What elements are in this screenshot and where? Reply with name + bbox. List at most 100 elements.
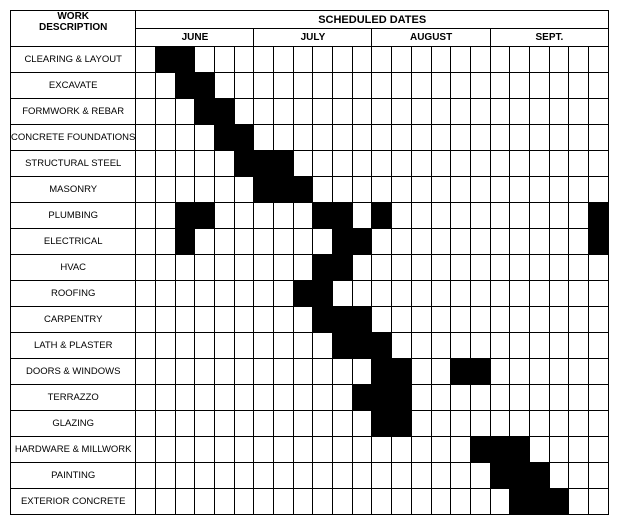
grid-cell xyxy=(530,47,550,73)
grid-cell xyxy=(372,385,392,411)
grid-cell xyxy=(175,255,195,281)
grid-cell xyxy=(293,489,313,515)
grid-cell xyxy=(313,73,333,99)
work-desc-cell: GLAZING xyxy=(11,411,136,437)
grid-cell xyxy=(569,281,589,307)
grid-cell xyxy=(234,151,254,177)
grid-cell xyxy=(411,333,431,359)
grid-cell xyxy=(254,177,274,203)
grid-cell xyxy=(274,203,294,229)
grid-cell xyxy=(215,333,235,359)
grid-cell xyxy=(195,255,215,281)
grid-cell xyxy=(569,359,589,385)
work-desc-cell: LATH & PLASTER xyxy=(11,333,136,359)
grid-cell xyxy=(392,359,412,385)
grid-cell xyxy=(392,151,412,177)
grid-cell xyxy=(510,47,530,73)
grid-cell xyxy=(510,359,530,385)
table-row: ROOFING xyxy=(11,281,609,307)
grid-cell xyxy=(431,307,451,333)
grid-cell xyxy=(372,255,392,281)
grid-cell xyxy=(471,281,491,307)
grid-cell xyxy=(333,177,353,203)
grid-cell xyxy=(175,411,195,437)
grid-cell xyxy=(156,47,176,73)
grid-cell xyxy=(549,385,569,411)
grid-cell xyxy=(333,125,353,151)
grid-cell xyxy=(274,359,294,385)
grid-cell xyxy=(431,125,451,151)
grid-cell xyxy=(392,125,412,151)
grid-cell xyxy=(293,177,313,203)
grid-cell xyxy=(549,151,569,177)
grid-cell xyxy=(215,203,235,229)
grid-cell xyxy=(372,463,392,489)
grid-cell xyxy=(549,359,569,385)
grid-cell xyxy=(471,255,491,281)
grid-cell xyxy=(549,203,569,229)
grid-cell xyxy=(392,463,412,489)
grid-cell xyxy=(471,307,491,333)
grid-cell xyxy=(510,411,530,437)
grid-cell xyxy=(530,125,550,151)
grid-cell xyxy=(392,229,412,255)
grid-cell xyxy=(156,125,176,151)
grid-cell xyxy=(195,333,215,359)
grid-cell xyxy=(274,47,294,73)
grid-cell xyxy=(195,125,215,151)
grid-cell xyxy=(490,229,510,255)
grid-cell xyxy=(195,463,215,489)
grid-cell xyxy=(352,229,372,255)
grid-cell xyxy=(136,359,156,385)
table-row: CARPENTRY xyxy=(11,307,609,333)
grid-cell xyxy=(530,229,550,255)
grid-cell xyxy=(333,229,353,255)
grid-cell xyxy=(411,307,431,333)
grid-cell xyxy=(451,333,471,359)
grid-cell xyxy=(431,255,451,281)
grid-cell xyxy=(333,411,353,437)
grid-cell xyxy=(490,99,510,125)
grid-cell xyxy=(254,359,274,385)
table-row: EXCAVATE xyxy=(11,73,609,99)
table-row: CONCRETE FOUNDATIONS xyxy=(11,125,609,151)
work-desc-cell: PAINTING xyxy=(11,463,136,489)
grid-cell xyxy=(451,281,471,307)
grid-cell xyxy=(471,359,491,385)
grid-cell xyxy=(451,73,471,99)
grid-cell xyxy=(352,359,372,385)
grid-cell xyxy=(136,307,156,333)
grid-cell xyxy=(234,489,254,515)
grid-cell xyxy=(411,437,431,463)
grid-cell xyxy=(352,333,372,359)
grid-cell xyxy=(313,489,333,515)
grid-cell xyxy=(510,73,530,99)
grid-cell xyxy=(215,255,235,281)
grid-cell xyxy=(451,177,471,203)
grid-cell xyxy=(274,489,294,515)
grid-cell xyxy=(490,333,510,359)
grid-cell xyxy=(490,411,510,437)
grid-cell xyxy=(352,203,372,229)
grid-cell xyxy=(195,281,215,307)
grid-cell xyxy=(549,281,569,307)
grid-cell xyxy=(175,281,195,307)
grid-cell xyxy=(195,385,215,411)
work-desc-cell: MASONRY xyxy=(11,177,136,203)
grid-cell xyxy=(156,151,176,177)
grid-cell xyxy=(274,255,294,281)
work-desc-cell: FORMWORK & REBAR xyxy=(11,99,136,125)
grid-cell xyxy=(490,203,510,229)
grid-cell xyxy=(392,47,412,73)
grid-cell xyxy=(352,489,372,515)
grid-cell xyxy=(372,437,392,463)
grid-cell xyxy=(569,177,589,203)
grid-cell xyxy=(431,489,451,515)
grid-cell xyxy=(530,307,550,333)
grid-cell xyxy=(372,359,392,385)
grid-cell xyxy=(431,99,451,125)
grid-cell xyxy=(451,99,471,125)
grid-cell xyxy=(215,437,235,463)
grid-cell xyxy=(372,73,392,99)
grid-cell xyxy=(392,281,412,307)
